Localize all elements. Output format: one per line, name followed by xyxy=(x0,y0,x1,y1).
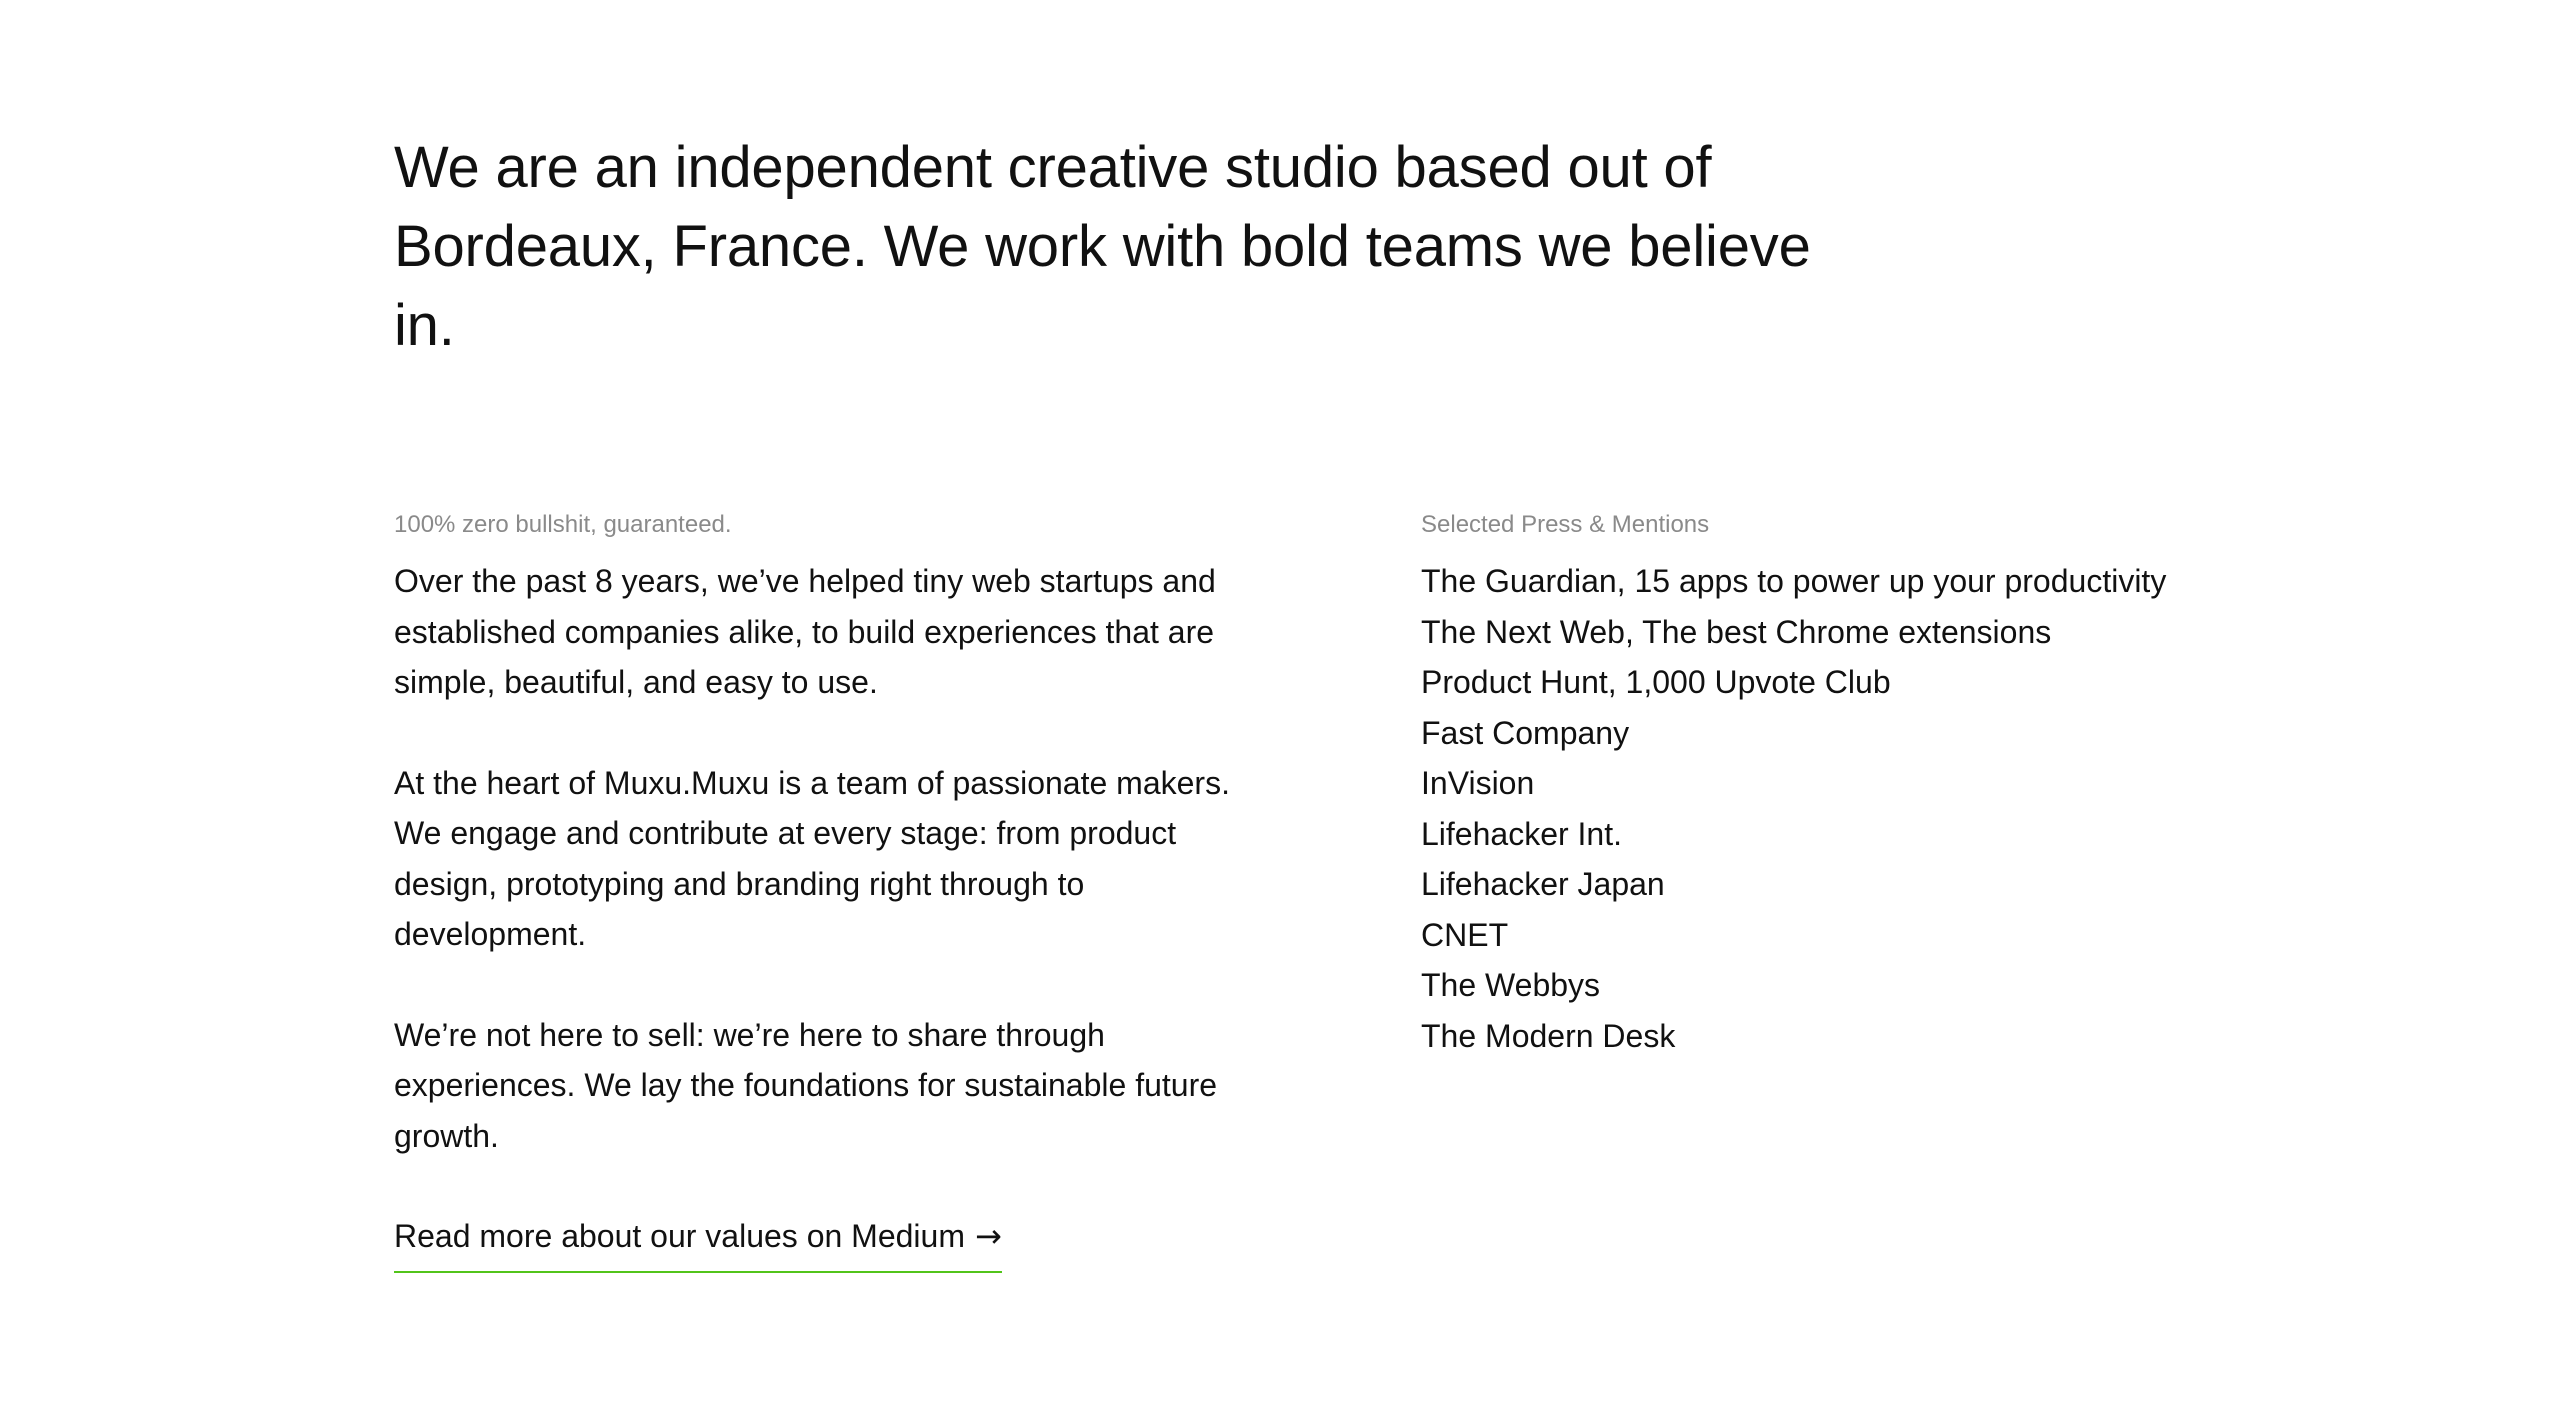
press-item: The Guardian, 15 apps to power up your p… xyxy=(1421,563,2167,599)
press-item: Lifehacker Japan xyxy=(1421,866,1665,902)
press-eyebrow: Selected Press & Mentions xyxy=(1421,511,1710,538)
press-section: Selected Press & Mentions The Guardian, … xyxy=(1421,508,2421,1061)
arrow-right-icon: → xyxy=(974,1217,1002,1255)
about-paragraph: At the heart of Muxu.Muxu is a team of p… xyxy=(394,764,1230,953)
hero-statement: We are an independent creative studio ba… xyxy=(394,135,1811,358)
medium-values-link[interactable]: Read more about our values on Medium → xyxy=(394,1211,1002,1273)
press-item: Lifehacker Int. xyxy=(1421,815,1622,852)
press-item: InVision xyxy=(1421,765,1535,801)
press-item: The Modern Desk xyxy=(1421,1017,1676,1054)
about-eyebrow: 100% zero bullshit, guaranteed. xyxy=(394,511,732,538)
about-paragraph: We’re not here to sell: we’re here to sh… xyxy=(394,1016,1218,1154)
press-item: CNET xyxy=(1421,916,1509,953)
about-paragraph: Over the past 8 years, we’ve helped tiny… xyxy=(394,563,1216,700)
press-list: The Guardian, 15 apps to power up your p… xyxy=(1421,556,2421,1061)
medium-link-label: Read more about our values on Medium xyxy=(394,1218,965,1254)
press-item: The Next Web, The best Chrome extensions xyxy=(1421,613,2052,650)
page: We are an independent creative studio ba… xyxy=(0,0,2550,1414)
press-item: Fast Company xyxy=(1421,714,1630,751)
about-section: 100% zero bullshit, guaranteed. Over the… xyxy=(394,508,1254,1273)
press-item: Product Hunt, 1,000 Upvote Club xyxy=(1421,664,1891,700)
press-item: The Webbys xyxy=(1421,967,1601,1003)
